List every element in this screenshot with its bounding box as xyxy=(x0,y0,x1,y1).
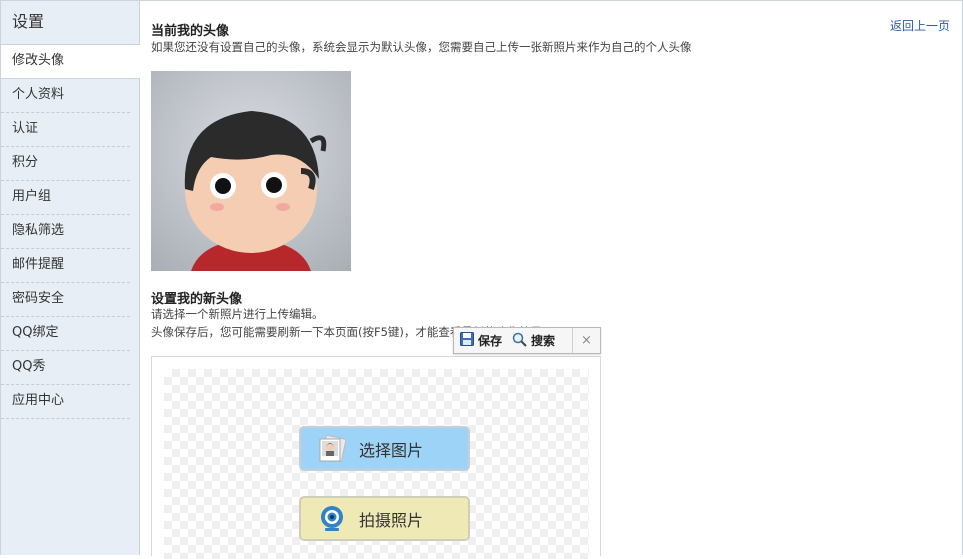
sidebar-item-qq-bind[interactable]: QQ绑定 xyxy=(1,317,130,351)
sidebar-item-verify[interactable]: 认证 xyxy=(1,113,130,147)
main-content: 返回上一页 当前我的头像 如果您还没有设置自己的头像，系统会显示为默认头像，您需… xyxy=(151,0,961,559)
avatar-upload-panel: 选择图片 拍摄照片 xyxy=(151,356,601,559)
sidebar-item-profile[interactable]: 个人资料 xyxy=(1,79,130,113)
floating-toolbar: 保存 搜索 × xyxy=(453,327,601,354)
take-photo-button[interactable]: 拍摄照片 xyxy=(299,496,470,541)
magnifier-icon xyxy=(512,332,527,350)
sidebar-item-usergroup[interactable]: 用户组 xyxy=(1,181,130,215)
webcam-icon xyxy=(317,504,347,534)
upload-canvas: 选择图片 拍摄照片 xyxy=(164,369,589,559)
current-avatar-title: 当前我的头像 xyxy=(151,24,230,39)
toolbar-search-label: 搜索 xyxy=(531,334,556,348)
select-picture-label: 选择图片 xyxy=(359,440,424,460)
toolbar-save-button[interactable]: 保存 xyxy=(454,328,506,353)
sidebar-item-credits[interactable]: 积分 xyxy=(1,147,130,181)
take-photo-label: 拍摄照片 xyxy=(359,510,424,530)
settings-sidebar: 设置 修改头像 个人资料 认证 积分 用户组 隐私筛选 邮件提醒 密码安全 QQ… xyxy=(1,1,140,555)
new-avatar-instruction: 请选择一个新照片进行上传编辑。 xyxy=(151,307,324,321)
sidebar-item-qq-show[interactable]: QQ秀 xyxy=(1,351,130,385)
back-link[interactable]: 返回上一页 xyxy=(890,17,950,34)
sidebar-item-privacy[interactable]: 隐私筛选 xyxy=(1,215,130,249)
floppy-icon xyxy=(460,332,474,349)
sidebar-item-avatar[interactable]: 修改头像 xyxy=(1,45,140,79)
toolbar-close-button[interactable]: × xyxy=(572,328,600,353)
toolbar-search-button[interactable]: 搜索 xyxy=(506,328,559,353)
sidebar-item-email[interactable]: 邮件提醒 xyxy=(1,249,130,283)
photo-icon xyxy=(317,434,347,464)
current-avatar-image xyxy=(151,71,351,271)
default-avatar-illustration xyxy=(184,111,327,271)
close-icon: × xyxy=(581,333,592,348)
sidebar-item-apps[interactable]: 应用中心 xyxy=(1,385,130,419)
current-avatar-desc: 如果您还没有设置自己的头像，系统会显示为默认头像，您需要自己上传一张新照片来作为… xyxy=(151,40,692,54)
new-avatar-title: 设置我的新头像 xyxy=(151,292,243,307)
toolbar-save-label: 保存 xyxy=(478,334,503,348)
sidebar-item-password[interactable]: 密码安全 xyxy=(1,283,130,317)
sidebar-title: 设置 xyxy=(1,1,139,45)
select-picture-button[interactable]: 选择图片 xyxy=(299,426,470,471)
